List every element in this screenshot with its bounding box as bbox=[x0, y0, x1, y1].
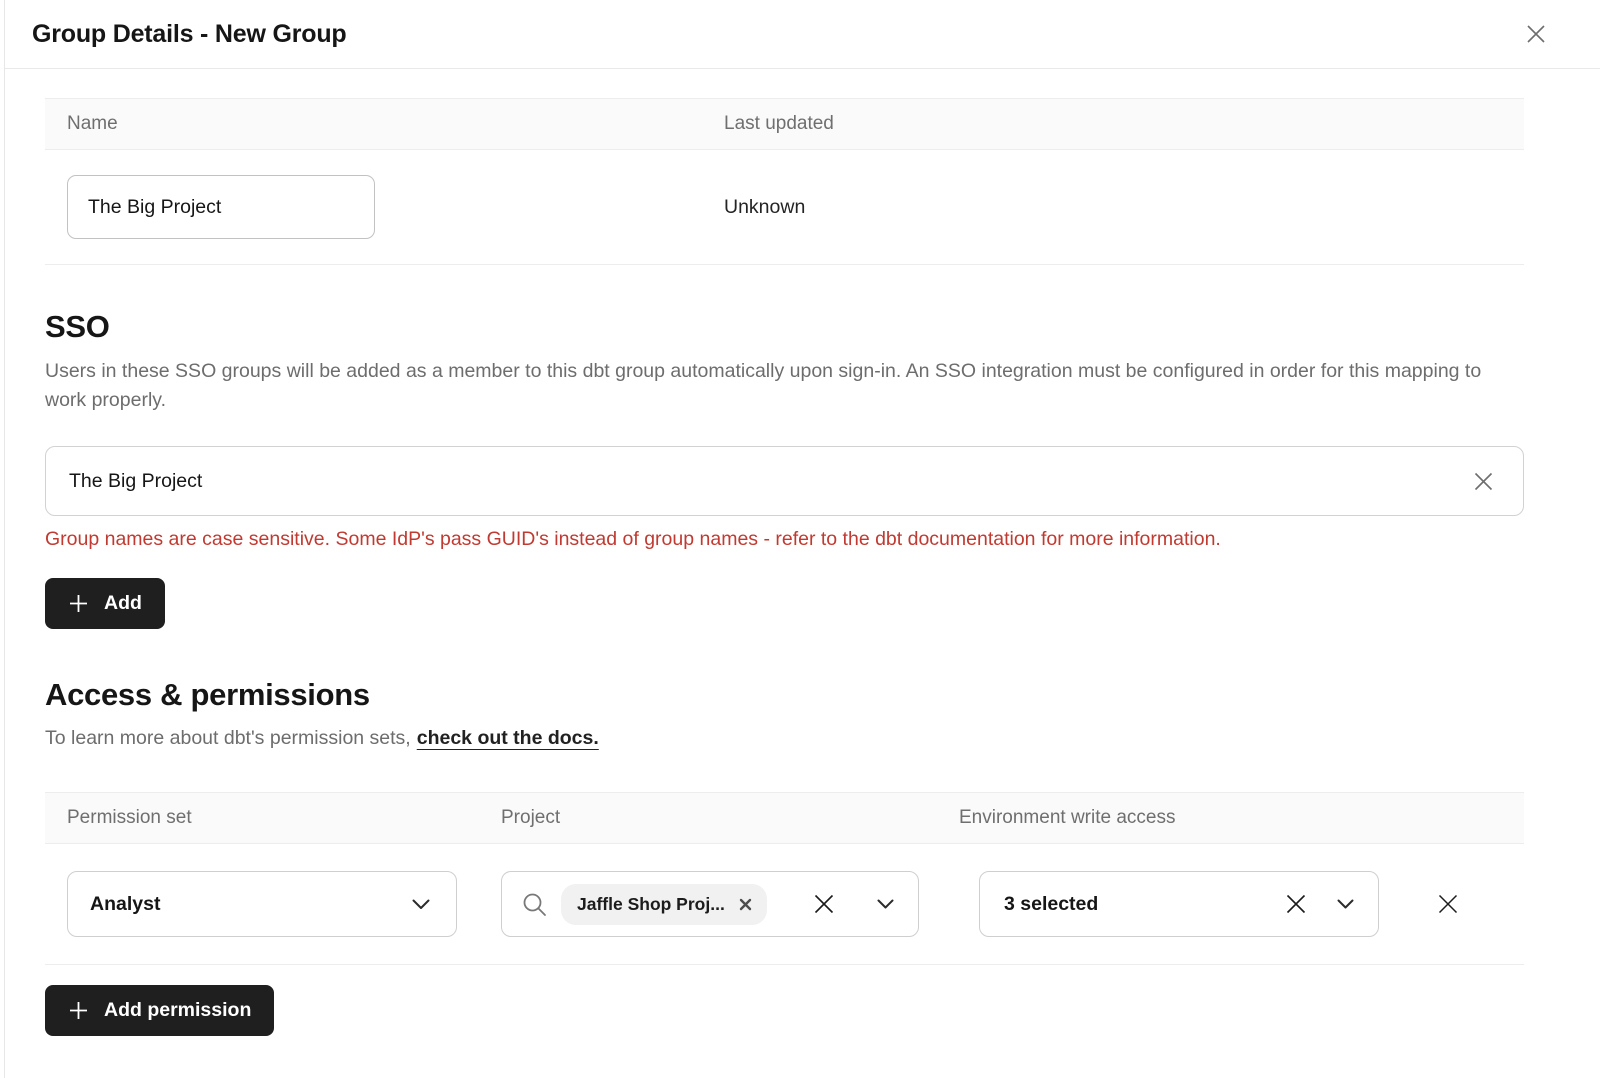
docs-text: To learn more about dbt's permission set… bbox=[45, 727, 411, 749]
project-chip: Jaffle Shop Proj... bbox=[561, 884, 767, 925]
close-icon bbox=[1522, 20, 1550, 48]
modal-header: Group Details - New Group bbox=[5, 0, 1600, 69]
add-permission-button[interactable]: Add permission bbox=[45, 985, 274, 1036]
search-icon bbox=[521, 891, 548, 918]
project-multiselect[interactable]: Jaffle Shop Proj... bbox=[501, 871, 919, 937]
table-row: Unknown bbox=[45, 150, 1524, 264]
sso-heading: SSO bbox=[45, 309, 1524, 345]
clear-icon bbox=[1470, 468, 1497, 495]
sso-group-input[interactable] bbox=[69, 470, 1470, 493]
sso-helper-text: Group names are case sensitive. Some IdP… bbox=[45, 528, 1524, 551]
project-chip-label: Jaffle Shop Proj... bbox=[577, 894, 725, 915]
docs-line: To learn more about dbt's permission set… bbox=[45, 727, 1524, 750]
sso-description: Users in these SSO groups will be added … bbox=[45, 357, 1524, 415]
column-header-name: Name bbox=[45, 99, 702, 149]
chip-remove-button[interactable] bbox=[739, 898, 752, 911]
plus-icon bbox=[68, 1000, 89, 1021]
permissions-table-header: Permission set Project Environment write… bbox=[45, 793, 1524, 844]
modal-content: Name Last updated Unknown SSO Users in t… bbox=[5, 98, 1600, 1076]
permission-set-value: Analyst bbox=[90, 893, 160, 916]
column-header-last-updated: Last updated bbox=[702, 99, 1524, 149]
page-title: Group Details - New Group bbox=[32, 20, 346, 49]
chip-remove-icon bbox=[739, 898, 752, 911]
docs-link[interactable]: check out the docs. bbox=[417, 727, 599, 749]
project-cell: Jaffle Shop Proj... bbox=[479, 871, 937, 937]
environment-select-controls bbox=[1282, 890, 1354, 918]
sso-clear-button[interactable] bbox=[1470, 468, 1497, 495]
permission-set-select[interactable]: Analyst bbox=[67, 871, 457, 937]
clear-icon bbox=[810, 890, 838, 918]
column-header-environment-write-access: Environment write access bbox=[937, 793, 1524, 843]
column-header-project: Project bbox=[479, 793, 937, 843]
environment-write-access-select[interactable]: 3 selected bbox=[979, 871, 1379, 937]
environment-write-access-cell: 3 selected bbox=[937, 871, 1524, 937]
add-button-label: Add bbox=[104, 592, 142, 615]
name-cell bbox=[45, 175, 702, 239]
plus-icon bbox=[68, 593, 89, 614]
permissions-table: Permission set Project Environment write… bbox=[45, 792, 1524, 965]
remove-row-icon bbox=[1434, 890, 1462, 918]
environment-selected-count: 3 selected bbox=[1004, 893, 1098, 916]
group-details-modal: Group Details - New Group Name Last upda… bbox=[4, 0, 1600, 1078]
access-permissions-heading: Access & permissions bbox=[45, 677, 1524, 713]
sso-group-field bbox=[45, 446, 1524, 516]
chevron-down-icon bbox=[1337, 899, 1354, 909]
add-sso-group-button[interactable]: Add bbox=[45, 578, 165, 629]
chevron-down-icon bbox=[877, 899, 894, 909]
chevron-down-icon bbox=[412, 899, 430, 910]
permission-row: Analyst Jaffle Shop Proj... bbox=[45, 844, 1524, 964]
group-name-table-header: Name Last updated bbox=[45, 99, 1524, 150]
add-permission-button-label: Add permission bbox=[104, 999, 251, 1022]
project-clear-button[interactable] bbox=[810, 890, 838, 918]
last-updated-value: Unknown bbox=[702, 175, 1524, 239]
clear-icon bbox=[1282, 890, 1310, 918]
environment-clear-button[interactable] bbox=[1282, 890, 1310, 918]
group-name-input[interactable] bbox=[67, 175, 375, 239]
permission-set-cell: Analyst bbox=[45, 871, 479, 937]
column-header-permission-set: Permission set bbox=[45, 793, 479, 843]
delete-permission-row-button[interactable] bbox=[1434, 890, 1462, 918]
group-name-table: Name Last updated Unknown bbox=[45, 98, 1524, 265]
close-button[interactable] bbox=[1522, 20, 1550, 48]
